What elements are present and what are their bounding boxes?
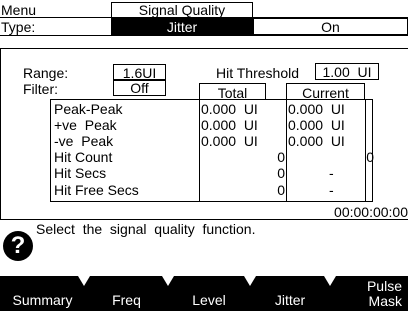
type-state: On <box>321 19 340 35</box>
softkey-freq-label: Freq <box>112 292 141 308</box>
help-divider <box>0 219 408 220</box>
softkey-pulse-mask-label-2: Mask <box>368 293 402 309</box>
type-state-field[interactable]: On <box>253 18 408 35</box>
header-bottom-divider <box>0 35 408 36</box>
range-label: Range: <box>23 65 69 81</box>
row-label: Hit Secs <box>54 165 107 181</box>
col-divider-1 <box>199 99 200 202</box>
row-current: 0.000 UI <box>288 117 345 133</box>
threshold-value-field[interactable]: 1.00 UI <box>315 63 379 80</box>
row-label: Hit Free Secs <box>54 182 139 198</box>
softkey-separator <box>78 276 90 286</box>
main-top-border <box>0 48 408 49</box>
row-total: 0.000 UI <box>201 101 258 117</box>
row-total: 0.000 UI <box>201 117 258 133</box>
row-current: - <box>329 165 334 181</box>
range-value-field[interactable]: 1.6UI <box>113 64 166 80</box>
softkey-freq[interactable]: Freq <box>85 276 168 311</box>
range-value: 1.6UI <box>122 65 157 81</box>
softkey-level[interactable]: Level <box>168 276 250 311</box>
softkey-separator <box>162 276 174 286</box>
menu-label: Menu <box>1 2 37 18</box>
row-total: 0 <box>277 165 285 181</box>
type-value: Jitter <box>166 19 198 35</box>
row-label: -ve Peak <box>54 133 114 149</box>
main-left-border <box>0 48 1 220</box>
softkey-separator <box>244 276 256 286</box>
help-message: Select the signal quality function. <box>36 221 256 237</box>
row-label: +ve Peak <box>54 117 117 133</box>
row-label: Peak-Peak <box>54 101 123 117</box>
type-value-field[interactable]: Jitter <box>111 18 253 35</box>
row-current: - <box>329 182 334 198</box>
softkey-summary[interactable]: Summary <box>0 276 85 311</box>
softkey-jitter[interactable]: Jitter <box>250 276 330 311</box>
softkey-pulse-mask-label-1: Pulse <box>366 278 402 294</box>
menu-value: Signal Quality <box>138 2 226 18</box>
threshold-value: 1.00 UI <box>322 64 372 80</box>
row-current: 0.000 UI <box>288 101 345 117</box>
softkey-jitter-label: Jitter <box>274 292 306 308</box>
softkey-level-label: Level <box>192 292 226 308</box>
table-header-current: Current <box>286 83 365 100</box>
softkey-pulse-mask[interactable]: Pulse Mask <box>330 276 408 311</box>
row-current: 0.000 UI <box>288 133 345 149</box>
help-icon: ? <box>3 231 33 261</box>
row-current: 0 <box>366 149 374 165</box>
row-label: Hit Count <box>54 149 113 165</box>
help-icon-glyph: ? <box>10 232 26 259</box>
row-total: 0.000 UI <box>201 133 258 149</box>
softkey-separator <box>324 276 336 286</box>
row-total: 0 <box>277 182 285 198</box>
header-panel: Menu Signal Quality Type: Jitter On <box>0 0 408 36</box>
col-divider-2 <box>286 99 287 202</box>
table-header-total: Total <box>199 83 266 100</box>
elapsed-time: 00:00:00:00 <box>334 204 408 220</box>
row-total: 0 <box>277 149 285 165</box>
softkey-summary-label: Summary <box>12 292 73 308</box>
threshold-label: Hit Threshold <box>216 65 300 81</box>
menu-value-field[interactable]: Signal Quality <box>111 2 253 18</box>
type-label: Type: <box>1 19 36 35</box>
